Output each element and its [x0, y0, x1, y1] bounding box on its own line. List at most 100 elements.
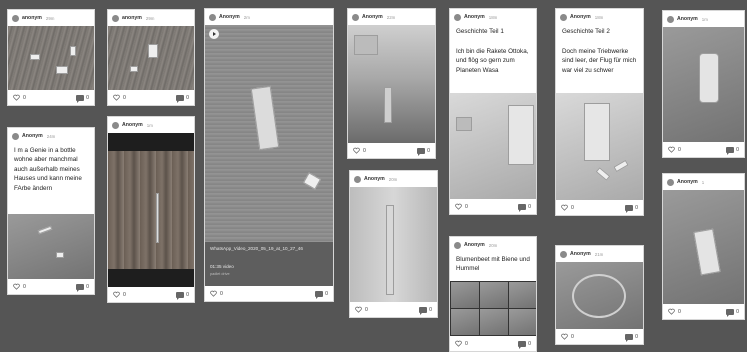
comment-button[interactable]: 0: [176, 291, 189, 300]
comment-button[interactable]: 0: [76, 94, 89, 103]
post-image[interactable]: [108, 26, 194, 92]
post-card[interactable]: Anonym 1m 0 0: [107, 116, 195, 303]
grid-image[interactable]: [451, 309, 479, 335]
like-button[interactable]: 0: [561, 204, 574, 211]
avatar: [354, 175, 361, 183]
video-source: padlet drive: [210, 272, 230, 276]
comment-button[interactable]: 0: [315, 290, 328, 299]
post-video[interactable]: [205, 25, 333, 242]
comment-button[interactable]: 0: [518, 203, 531, 212]
like-button[interactable]: 0: [210, 290, 223, 297]
heart-icon: [355, 306, 362, 313]
like-button[interactable]: 0: [113, 291, 126, 298]
grid-image[interactable]: [480, 282, 508, 308]
post-text: Ich bin die Rakete Ottoka, und flög so g…: [456, 48, 529, 74]
image-object: [595, 167, 611, 181]
image-object: [384, 87, 392, 123]
post-card[interactable]: anonym 29m 0 0: [7, 9, 95, 106]
avatar: [454, 13, 461, 21]
post-header: Anonym 22m: [348, 9, 435, 25]
post-footer: 0 0: [205, 286, 333, 301]
comment-button[interactable]: 0: [726, 146, 739, 155]
post-time: 29m: [145, 15, 155, 21]
comment-count: 0: [325, 290, 328, 297]
image-object: [70, 46, 76, 56]
post-card[interactable]: Anonym 2m WhatsApp_Video_2020_05_19_at_10…: [204, 8, 334, 302]
heart-icon: [561, 204, 568, 211]
comment-button[interactable]: 0: [726, 308, 739, 317]
comment-button[interactable]: 0: [76, 283, 89, 292]
post-image[interactable]: [8, 26, 94, 92]
post-image[interactable]: [663, 190, 744, 306]
like-button[interactable]: 0: [455, 340, 468, 347]
comment-count: 0: [528, 203, 531, 210]
post-image[interactable]: [350, 187, 437, 304]
post-author: Anonym: [570, 251, 591, 257]
post-author: Anonym: [464, 14, 485, 20]
like-button[interactable]: 0: [353, 147, 366, 154]
comment-button[interactable]: 0: [176, 94, 189, 103]
like-count: 0: [123, 291, 126, 298]
grid-image[interactable]: [451, 282, 479, 308]
post-image[interactable]: [108, 133, 194, 289]
post-image[interactable]: [663, 27, 744, 144]
post-footer: 0 0: [108, 90, 194, 105]
like-count: 0: [678, 146, 681, 153]
post-footer: 0 0: [450, 199, 536, 214]
comment-button[interactable]: 0: [518, 340, 531, 349]
heart-icon: [210, 290, 217, 297]
comment-icon: [726, 308, 735, 317]
comment-button[interactable]: 0: [419, 306, 432, 315]
post-time: 20m: [488, 242, 498, 248]
post-card[interactable]: Anonym 18m Geschichte Teil 2 Doch meine T…: [555, 8, 644, 216]
post-time: 1m: [701, 16, 708, 22]
post-image[interactable]: [348, 25, 435, 144]
post-card[interactable]: Anonym 18m Geschichte Teil 1 Ich bin die …: [449, 8, 537, 215]
like-button[interactable]: 0: [668, 308, 681, 315]
post-card[interactable]: Anonym 20m 0 0: [349, 170, 438, 318]
post-author: Anonym: [677, 179, 698, 185]
post-card[interactable]: Anonym 1m 0 0: [662, 10, 745, 158]
post-card[interactable]: Anonym 20m Blumenbeet mit Biene und Humme…: [449, 236, 537, 352]
post-time: 24m: [46, 133, 56, 139]
like-button[interactable]: 0: [455, 203, 468, 210]
like-button[interactable]: 0: [668, 146, 681, 153]
avatar: [667, 15, 674, 23]
post-header: Anonym 24m: [8, 128, 94, 144]
post-card[interactable]: Anonym 22m 0 0: [347, 8, 436, 159]
post-author: Anonym: [122, 122, 143, 128]
post-header: Anonym 18m: [556, 9, 643, 25]
post-time: 21m: [594, 251, 604, 257]
like-button[interactable]: 0: [561, 333, 574, 340]
post-text: Doch meine Triebwerke sind leer, der Flu…: [562, 48, 637, 74]
grid-image[interactable]: [509, 282, 536, 308]
post-card[interactable]: Anonym 24m I m a Genie in a bottle wohne …: [7, 127, 95, 295]
post-image[interactable]: [556, 93, 643, 202]
like-button[interactable]: 0: [13, 94, 26, 101]
post-card[interactable]: Anonym 21m 0 0: [555, 245, 644, 345]
comment-count: 0: [86, 94, 89, 101]
post-image[interactable]: [8, 214, 94, 281]
comment-button[interactable]: 0: [417, 147, 430, 156]
play-icon[interactable]: [209, 29, 219, 39]
like-button[interactable]: 0: [113, 94, 126, 101]
post-image[interactable]: [556, 262, 643, 331]
comment-button[interactable]: 0: [625, 204, 638, 213]
comment-button[interactable]: 0: [625, 333, 638, 342]
post-card[interactable]: Anonym 1 0 0: [662, 173, 745, 320]
comment-icon: [76, 94, 85, 103]
post-card[interactable]: anonym 29m 0 0: [107, 9, 195, 106]
comment-count: 0: [736, 308, 739, 315]
grid-image[interactable]: [509, 309, 536, 335]
post-author: Anonym: [219, 14, 240, 20]
image-object: [572, 274, 626, 318]
avatar: [352, 13, 359, 21]
post-image-grid[interactable]: [450, 281, 536, 336]
like-button[interactable]: 0: [13, 283, 26, 290]
post-time: 2m: [243, 14, 250, 20]
grid-image[interactable]: [480, 309, 508, 335]
image-object: [386, 205, 394, 295]
post-author: Anonym: [464, 242, 485, 248]
like-button[interactable]: 0: [355, 306, 368, 313]
post-image[interactable]: [450, 93, 536, 201]
